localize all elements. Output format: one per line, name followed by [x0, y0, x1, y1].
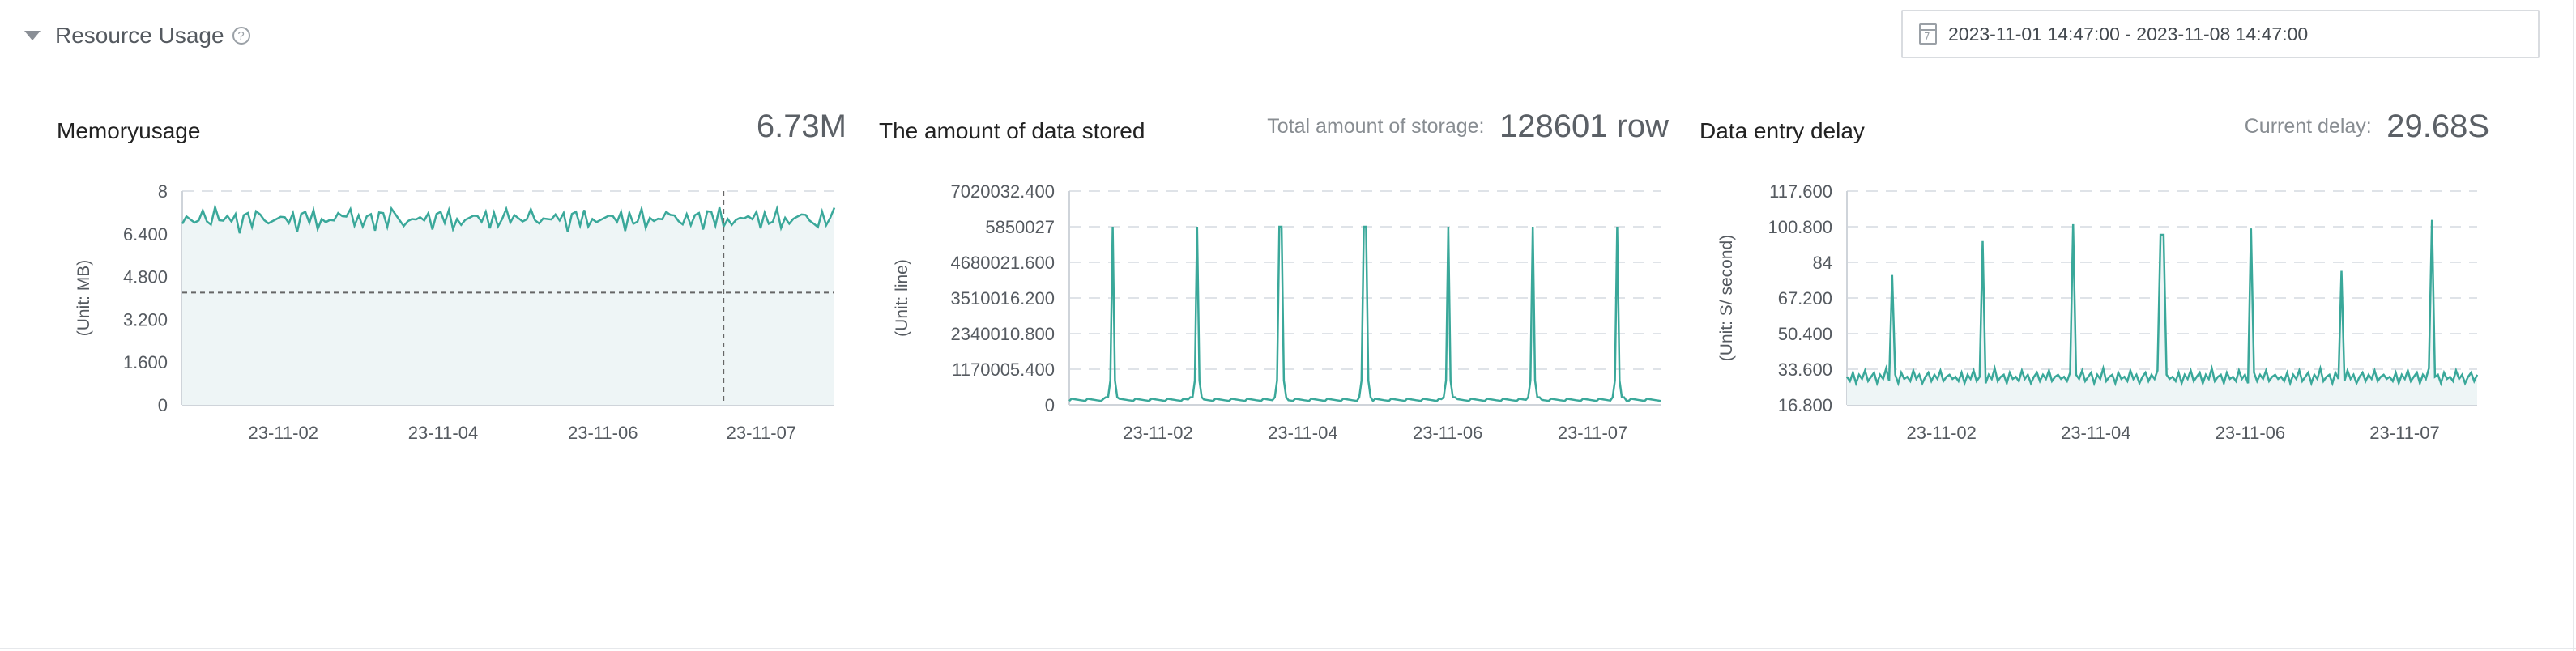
metric-label: Current delay: — [2244, 115, 2372, 138]
section-border — [2573, 0, 2574, 651]
y-tick-label: 84 — [1813, 253, 1832, 273]
y-tick-label: 0 — [158, 395, 168, 415]
y-tick-label: 16.800 — [1778, 395, 1832, 415]
x-tick-label: 23-11-07 — [2369, 423, 2439, 443]
y-tick-label: 33.600 — [1778, 360, 1832, 380]
x-tick-label: 23-11-06 — [568, 423, 638, 443]
y-tick-label: 8 — [158, 181, 168, 202]
section-title: Resource Usage — [55, 23, 224, 48]
calendar-icon — [1919, 23, 1937, 45]
y-axis-label: (Unit: MB) — [75, 260, 93, 337]
metric-label: Total amount of storage: — [1267, 115, 1485, 138]
section-divider — [0, 648, 2576, 649]
series-area — [182, 206, 834, 405]
caret-down-icon[interactable] — [24, 31, 41, 40]
y-tick-label: 4680021.600 — [951, 253, 1055, 273]
x-tick-label: 23-11-07 — [727, 423, 796, 443]
metric-value: 29.68S — [2386, 108, 2489, 144]
section-header: Resource Usage ? — [24, 19, 250, 52]
y-tick-label: 1170005.400 — [952, 360, 1055, 380]
y-tick-label: 4.800 — [123, 267, 168, 287]
memory-usage-chart[interactable]: 8 6.400 4.800 3.200 1.600 0 (Unit: MB) 23-11-02… — [57, 178, 847, 518]
x-tick-label: 23-11-02 — [1123, 423, 1192, 443]
memory-usage-panel: Memoryusage 6.73M 8 6.400 4.800 3.200 1.600 0… — [57, 105, 847, 526]
x-tick-label: 23-11-02 — [249, 423, 318, 443]
x-tick-label: 23-11-06 — [1413, 423, 1482, 443]
data-stored-chart[interactable]: 7020032.400 5850027 4680021.600 3510016.200… — [879, 178, 1669, 518]
y-axis-label: (Unit: S/ second) — [1717, 235, 1736, 361]
date-range-value: 2023-11-01 14:47:00 - 2023-11-08 14:47:0… — [1948, 23, 2309, 45]
metric-value: 6.73M — [756, 108, 847, 144]
y-tick-label: 67.200 — [1778, 288, 1832, 308]
y-tick-label: 50.400 — [1778, 324, 1832, 344]
panel-header: Memoryusage 6.73M — [57, 105, 847, 154]
panel-metric: Current delay: 29.68S — [2245, 108, 2489, 145]
data-delay-chart[interactable]: 117.600 100.800 84 67.200 50.400 33.600 16.800… — [1700, 178, 2489, 518]
x-tick-label: 23-11-04 — [408, 423, 478, 443]
panel-metric: Total amount of storage: 128601 row — [1267, 108, 1669, 145]
y-tick-label: 1.600 — [123, 352, 168, 372]
y-tick-label: 100.800 — [1768, 217, 1832, 237]
series-line — [1068, 225, 1661, 403]
panel-header: Data entry delay Current delay: 29.68S — [1700, 105, 2489, 154]
x-tick-label: 23-11-02 — [1906, 423, 1976, 443]
question-circle-icon[interactable]: ? — [232, 27, 250, 45]
y-tick-label: 3510016.200 — [951, 288, 1055, 308]
panel-title: Data entry delay — [1700, 118, 1865, 143]
data-delay-panel: Data entry delay Current delay: 29.68S 1… — [1700, 105, 2489, 526]
date-range-picker[interactable]: 2023-11-01 14:47:00 - 2023-11-08 14:47:0… — [1901, 10, 2540, 58]
x-tick-label: 23-11-04 — [1268, 423, 1337, 443]
y-tick-label: 5850027 — [985, 217, 1055, 237]
y-tick-label: 0 — [1045, 395, 1055, 415]
y-axis-label: (Unit: line) — [893, 259, 911, 337]
data-stored-panel: The amount of data stored Total amount o… — [879, 105, 1669, 526]
panel-title: The amount of data stored — [879, 118, 1145, 143]
y-tick-label: 6.400 — [123, 224, 168, 245]
panel-metric: 6.73M — [757, 108, 847, 145]
panel-header: The amount of data stored Total amount o… — [879, 105, 1669, 154]
y-tick-label: 117.600 — [1769, 181, 1832, 202]
y-tick-label: 3.200 — [123, 309, 168, 330]
panel-title: Memoryusage — [57, 118, 201, 143]
x-tick-label: 23-11-07 — [1558, 423, 1627, 443]
y-tick-label: 2340010.800 — [951, 324, 1055, 344]
metric-value: 128601 row — [1499, 108, 1669, 144]
x-tick-label: 23-11-04 — [2061, 423, 2130, 443]
y-tick-label: 7020032.400 — [951, 181, 1055, 202]
x-tick-label: 23-11-06 — [2216, 423, 2285, 443]
